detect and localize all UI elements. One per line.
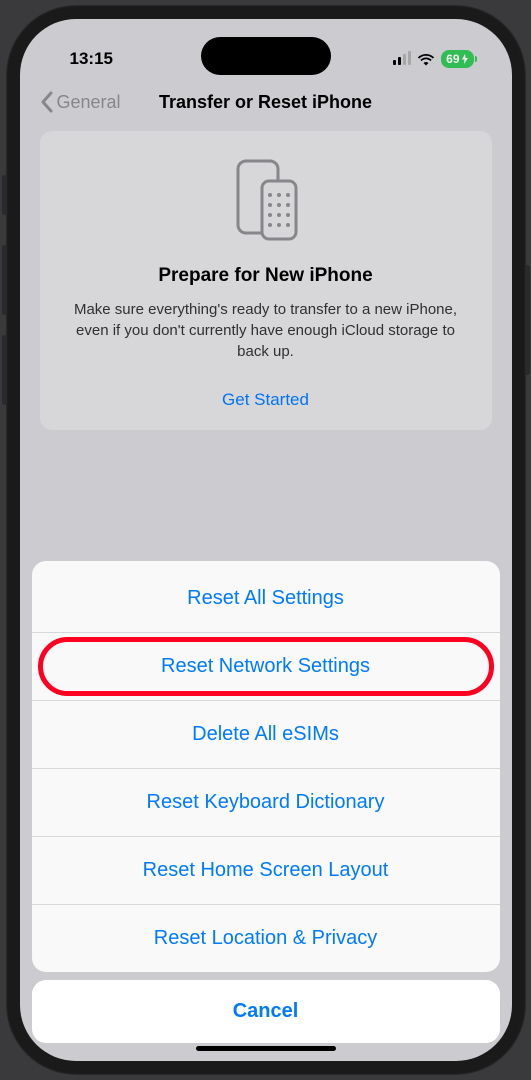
reset-network-settings-button[interactable]: Reset Network Settings — [32, 633, 500, 701]
phone-frame: 13:15 69 — [6, 5, 526, 1075]
action-sheet: Reset All Settings Reset Network Setting… — [32, 561, 500, 972]
mute-switch[interactable] — [2, 175, 7, 215]
reset-all-settings-button[interactable]: Reset All Settings — [32, 561, 500, 633]
dynamic-island — [201, 37, 331, 75]
reset-keyboard-button[interactable]: Reset Keyboard Dictionary — [32, 769, 500, 837]
action-label: Reset All Settings — [187, 587, 344, 609]
power-button[interactable] — [525, 265, 530, 375]
action-label: Delete All eSIMs — [192, 723, 339, 745]
action-label: Reset Home Screen Layout — [143, 859, 389, 881]
volume-down-button[interactable] — [2, 335, 7, 405]
screen: 13:15 69 — [20, 19, 512, 1061]
action-label: Reset Network Settings — [161, 655, 370, 677]
reset-home-screen-button[interactable]: Reset Home Screen Layout — [32, 837, 500, 905]
cancel-button[interactable]: Cancel — [32, 980, 500, 1043]
volume-up-button[interactable] — [2, 245, 7, 315]
delete-esims-button[interactable]: Delete All eSIMs — [32, 701, 500, 769]
cancel-label: Cancel — [233, 1000, 299, 1022]
action-label: Reset Keyboard Dictionary — [147, 791, 385, 813]
reset-location-privacy-button[interactable]: Reset Location & Privacy — [32, 905, 500, 972]
action-label: Reset Location & Privacy — [154, 927, 377, 949]
action-sheet-overlay: Reset All Settings Reset Network Setting… — [20, 19, 512, 1061]
home-indicator[interactable] — [196, 1046, 336, 1051]
